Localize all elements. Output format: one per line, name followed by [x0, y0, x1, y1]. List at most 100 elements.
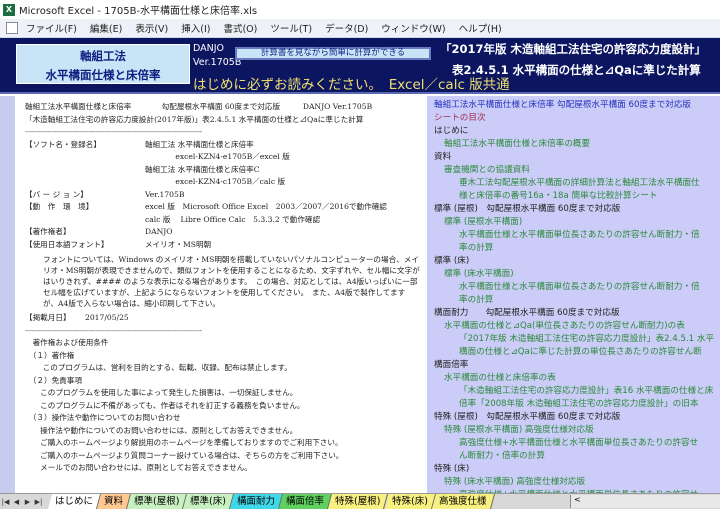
- spec-label: 【バ ー ジ ョ ン】: [25, 189, 88, 199]
- toc-item[interactable]: 構面倍率: [434, 359, 720, 372]
- toc-item[interactable]: 水平構面仕様と水平構面単位長さあたりの許容せん断耐力・倍: [434, 229, 720, 242]
- window-title: Microsoft Excel - 1705B-水平構面仕様と床倍率.xls: [19, 6, 258, 17]
- spec-label: 【著作権者】: [25, 227, 71, 236]
- sheet-tab-label: 構面倍率: [286, 496, 325, 507]
- toc-item[interactable]: 水平構面の仕様と⊿Qa(単位長さあたりの許容せん断耐力)の表: [434, 320, 720, 333]
- sheet-tab-label: 特殊(屋根): [335, 496, 381, 507]
- sheet-tab-label: はじめに: [55, 496, 94, 507]
- toc-item[interactable]: 特殊 (床): [434, 463, 720, 476]
- toc-item[interactable]: 標準 (屋根) 勾配屋根水平構面 60度まで対応版: [434, 203, 720, 216]
- toc-heading: シートの目次: [434, 113, 486, 123]
- calc-button[interactable]: 計算書を見ながら簡単に計算ができる: [235, 47, 431, 60]
- next-sheet-icon[interactable]: ▶: [22, 498, 33, 506]
- toc-item[interactable]: 標準 (屋根水平構面): [434, 216, 720, 229]
- toc-item[interactable]: 標準 (床): [434, 255, 720, 268]
- toc-item[interactable]: 「2017年版 木造軸組工法住宅の許容応力度設計」表2.4.5.1 水平: [434, 333, 720, 346]
- menu-item[interactable]: ウィンドウ(W): [381, 24, 445, 35]
- spec-value: DANJO: [145, 227, 173, 236]
- toc-item[interactable]: 倍率「2008年版 木造軸組工法住宅の許容応力度設計」の旧本: [434, 398, 720, 411]
- first-sheet-icon[interactable]: |◀: [0, 498, 11, 506]
- sheet-tab[interactable]: はじめに: [47, 494, 102, 509]
- toc-item[interactable]: 水平構面仕様と水平構面単位長さあたりの許容せん断耐力・倍: [434, 281, 720, 294]
- spec-label: [25, 214, 145, 227]
- toc-item[interactable]: 水平構面の仕様と床倍率の表: [434, 372, 720, 385]
- spec-value: メイリオ・MS明朝: [145, 239, 212, 249]
- toc-title: 軸組工法水平構面仕様と床倍率 勾配屋根水平構面 60度まで対応版: [434, 100, 692, 110]
- reference-subtitle: 表2.4.5.1 水平構面の仕様と⊿Qaに準じた計算: [452, 63, 701, 77]
- menu-item[interactable]: 挿入(I): [181, 24, 210, 35]
- terms-line: 操作法や動作についてのお問い合わせには、原則としてお答えできません。: [25, 425, 298, 435]
- sheet-tab-label: 構面耐力: [237, 496, 276, 507]
- toc-item[interactable]: 資料: [434, 151, 720, 164]
- sheet-tab[interactable]: 高強度仕様: [431, 494, 495, 509]
- toc-item[interactable]: 特殊 (屋根水平構面) 高強度仕様対応版: [434, 424, 720, 437]
- spec-label: [25, 176, 145, 189]
- toc-item[interactable]: 特殊 (床水平構面) 高強度仕様対応版: [434, 476, 720, 489]
- menu-item[interactable]: 編集(E): [90, 24, 122, 35]
- spec-row: excel-KZN4-e1705B／excel 版: [25, 151, 426, 164]
- left-margin: [0, 96, 15, 493]
- menu-item[interactable]: ツール(T): [270, 24, 312, 35]
- spec-label: [25, 151, 145, 164]
- sheet-tab[interactable]: 標準(屋根): [127, 494, 188, 509]
- spec-row: 軸組工法 水平構面仕様と床倍率C: [25, 164, 426, 177]
- excel-icon: X: [3, 3, 15, 16]
- sheet-tab[interactable]: 標準(床): [183, 494, 235, 509]
- spec-label: 【使用日本語フォント】: [25, 239, 109, 249]
- toc-item[interactable]: 率の計算: [434, 294, 720, 307]
- terms-line: （３）操作法や動作についてのお問い合わせ: [25, 413, 181, 422]
- menu-item[interactable]: データ(D): [325, 24, 368, 35]
- toc-item[interactable]: ん断耐力・倍率の計算: [434, 450, 720, 463]
- sheet-tab[interactable]: 特殊(屋根): [328, 494, 389, 509]
- last-sheet-icon[interactable]: ▶|: [33, 498, 44, 506]
- toc-item[interactable]: 構面耐力 勾配屋根水平構面 60度まで対応版: [434, 307, 720, 320]
- menu-item[interactable]: 書式(O): [223, 24, 257, 35]
- sheet-tab-label: 高強度仕様: [438, 496, 487, 507]
- terms-line: 著作権および使用条件: [25, 338, 109, 347]
- toc-item[interactable]: 様と床倍率の番号16a・18a 簡単な比較計算シート: [434, 190, 720, 203]
- spec-row: excel-KZN4-c1705B／calc 版: [25, 176, 426, 189]
- spec-row: 【著作権者】 DANJO: [25, 226, 426, 239]
- terms-line: このプログラムは、営利を目的とする、転載、収録、配布は禁止します。: [25, 363, 292, 372]
- sheet-tab-label: 標準(床): [190, 496, 227, 507]
- date-value: 2017/05/25: [85, 313, 129, 322]
- readme-document[interactable]: 軸組工法水平構面仕様と床倍率 勾配屋根水平構面 60度まで対応版 DANJO V…: [15, 96, 426, 493]
- spec-value: Ver.1705B: [145, 189, 185, 199]
- spec-value: calc 版 Libre Office Calc 5.3.3.2 で動作確認: [145, 214, 321, 224]
- toc-item[interactable]: 軸組工法水平構面仕様と床倍率の概要: [434, 138, 720, 151]
- logo-line2: 水平構面仕様と床倍率: [45, 68, 161, 82]
- terms-line: ご購入のホームページより解説用のホームページを準備しておりますのでご利用下さい。: [25, 438, 343, 447]
- doc-line: 軸組工法水平構面仕様と床倍率 勾配屋根水平構面 60度まで対応版 DANJO V…: [25, 102, 373, 111]
- horizontal-scrollbar[interactable]: <: [570, 495, 720, 508]
- spec-value: 軸組工法 水平構面仕様と床倍率C: [145, 164, 260, 174]
- sheet-tab[interactable]: 構面倍率: [279, 494, 333, 509]
- divider: ----------------------------------------…: [25, 127, 202, 136]
- spec-label: [25, 164, 145, 177]
- spec-label: 【動 作 環 境】: [25, 202, 94, 211]
- sheet-tab[interactable]: 特殊(床): [384, 494, 436, 509]
- doc-line: 「木造軸組工法住宅の許容応力度設計(2017年版)」表2.4.5.1 水平構面の…: [25, 114, 364, 124]
- toc-item[interactable]: 審査機関との協議資料: [434, 164, 720, 177]
- toc-item[interactable]: 垂木工法勾配屋根水平構面の詳細計算法と軸組工法水平構面仕: [434, 177, 720, 190]
- sheet-tab[interactable]: 構面耐力: [230, 494, 284, 509]
- toc-item[interactable]: 率の計算: [434, 242, 720, 255]
- toc-item[interactable]: 「木造軸組工法住宅の許容応力度設計」表16 水平構面の仕様と床: [434, 385, 720, 398]
- spec-row: 【ソフト名・登録名】 軸組工法 水平構面仕様と床倍率: [25, 139, 426, 152]
- terms-line: （１）著作権: [25, 350, 75, 360]
- terms-line: ご購入のホームページより質問コーナー設けている場合は、そちらの方をご利用下さい。: [25, 450, 344, 460]
- table-of-contents[interactable]: 軸組工法水平構面仕様と床倍率 勾配屋根水平構面 60度まで対応版 シートの目次 …: [427, 96, 720, 502]
- menu-item[interactable]: ヘルプ(H): [459, 24, 502, 35]
- menu-item[interactable]: ファイル(F): [26, 24, 77, 35]
- terms-line: このプログラムに不備があっても、作者はそれを訂正する義務を負いません。: [25, 400, 305, 410]
- sheet-tab[interactable]: 資料: [97, 494, 132, 509]
- toc-item[interactable]: はじめに: [434, 125, 720, 138]
- menu-item[interactable]: 表示(V): [135, 24, 168, 35]
- toc-item[interactable]: 構面の仕様と⊿Qaに準じた計算の単位長さあたりの許容せん断: [434, 346, 720, 359]
- toc-item[interactable]: 高強度仕様+水平構面仕様と水平構面単位長さあたりの許容せ: [434, 437, 720, 450]
- toc-item[interactable]: 特殊 (屋根) 勾配屋根水平構面 60度まで対応版: [434, 411, 720, 424]
- toc-item[interactable]: 標準 (床水平構面): [434, 268, 720, 281]
- sheet-header: 軸組工法 水平構面仕様と床倍率 DANJO Ver.1705B 計算書を見ながら…: [0, 38, 720, 94]
- spec-value: 軸組工法 水平構面仕様と床倍率: [145, 139, 254, 149]
- prev-sheet-icon[interactable]: ◀: [11, 498, 22, 506]
- logo-line1: 軸組工法: [80, 49, 126, 63]
